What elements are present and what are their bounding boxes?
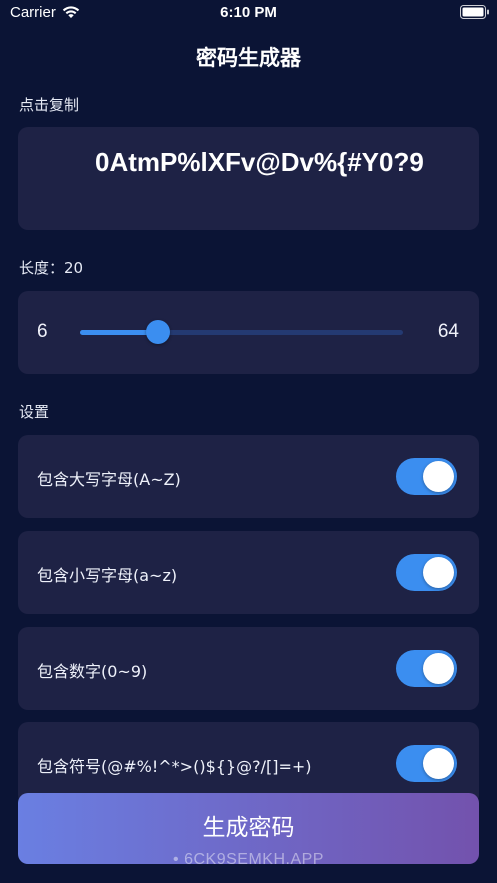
password-card[interactable]: 0AtmP%lXFv@Dv%{#Y0?9	[18, 127, 479, 230]
generated-password[interactable]: 0AtmP%lXFv@Dv%{#Y0?9	[95, 145, 425, 179]
length-label: 长度：20	[19, 259, 84, 277]
length-slider-card: 6 64	[18, 291, 479, 374]
toggle-knob	[423, 557, 454, 588]
settings-label: 设置	[19, 403, 50, 421]
digits-toggle[interactable]	[396, 650, 457, 687]
status-time: 6:10 PM	[220, 4, 277, 21]
password-generator-screen: Carrier 6:10 PM 密码生成器 点击复制 0AtmP%lXFv@Dv…	[0, 0, 497, 883]
slider-thumb[interactable]	[146, 320, 170, 344]
option-lowercase: 包含小写字母(a~z)	[18, 531, 479, 614]
symbols-toggle[interactable]	[396, 745, 457, 782]
toggle-knob	[423, 653, 454, 684]
status-bar: Carrier 6:10 PM	[0, 0, 497, 26]
slider-min-label: 6	[37, 321, 48, 342]
uppercase-toggle[interactable]	[396, 458, 457, 495]
option-lowercase-label: 包含小写字母(a~z)	[37, 566, 178, 585]
copy-hint-label: 点击复制	[19, 96, 80, 114]
battery-icon	[460, 5, 490, 19]
slider-max-label: 64	[437, 321, 459, 342]
toggle-knob	[423, 748, 454, 779]
option-symbols-label: 包含符号(@#%!^*>()${}@?/[]=+)	[37, 757, 312, 776]
option-digits-label: 包含数字(0~9)	[37, 662, 148, 681]
page-title: 密码生成器	[196, 46, 301, 70]
lowercase-toggle[interactable]	[396, 554, 457, 591]
length-slider[interactable]	[80, 320, 403, 344]
toggle-knob	[423, 461, 454, 492]
watermark: • 6CK9SEMKH.APP	[173, 851, 324, 868]
option-digits: 包含数字(0~9)	[18, 627, 479, 710]
option-uppercase: 包含大写字母(A~Z)	[18, 435, 479, 518]
option-uppercase-label: 包含大写字母(A~Z)	[37, 470, 181, 489]
